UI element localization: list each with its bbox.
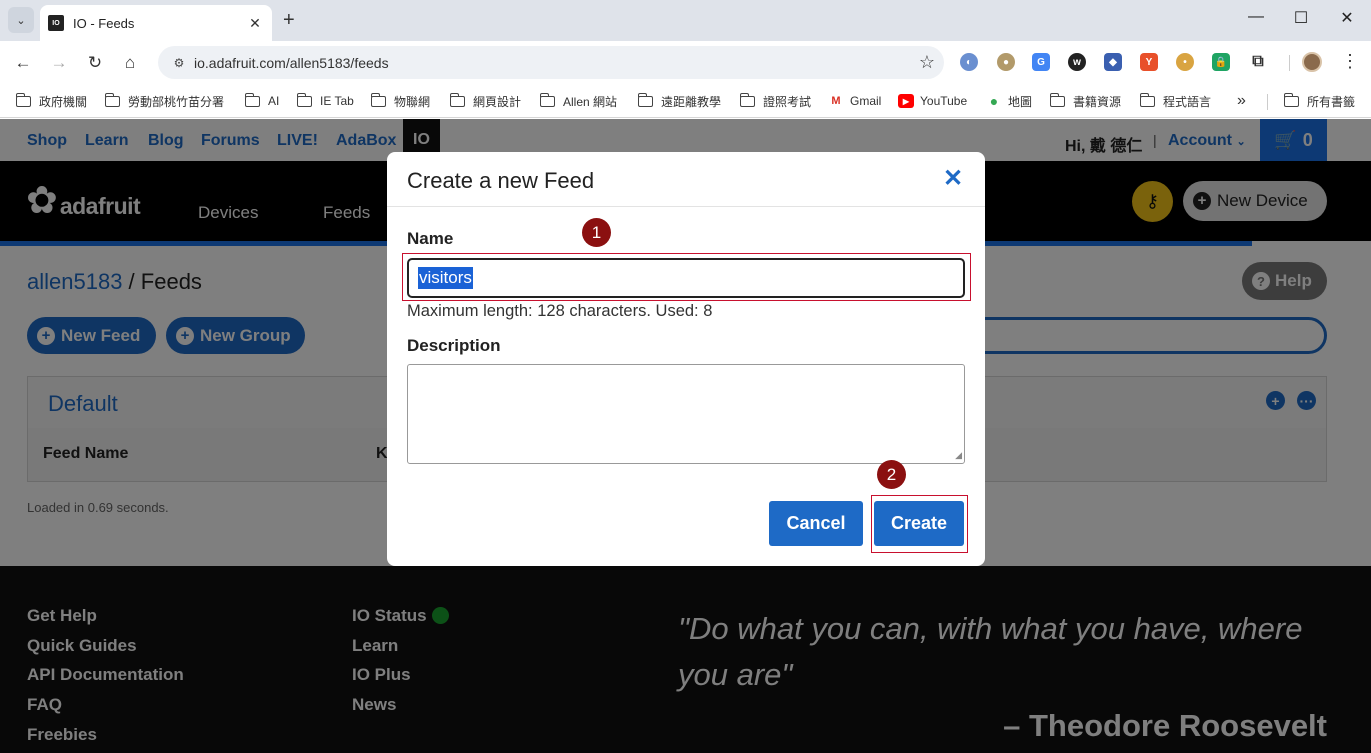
description-label: Description	[407, 336, 501, 355]
folder-icon	[449, 92, 465, 107]
resize-handle-icon[interactable]: ◢	[955, 450, 962, 461]
close-icon[interactable]: ✕	[943, 166, 963, 192]
map-pin-icon: ●	[989, 93, 999, 109]
browser-tab[interactable]: IO IO - Feeds ✕	[40, 5, 272, 41]
extension-color-icon[interactable]: ◆	[1104, 53, 1122, 71]
translate-extension-icon[interactable]: G	[1032, 53, 1050, 71]
bookmark-folder[interactable]: IE Tab	[296, 92, 354, 110]
folder-icon	[637, 92, 653, 107]
toolbar-divider	[1289, 55, 1290, 71]
bookmark-all-folder[interactable]: 所有書籤	[1283, 92, 1355, 110]
folder-icon	[1283, 92, 1299, 107]
browser-tabstrip: ⌄ IO IO - Feeds ✕ + — ☐ ✕	[0, 0, 1371, 41]
folder-icon	[15, 92, 31, 107]
browser-toolbar: ← → ↻ ⌂ ⚙ io.adafruit.com/allen5183/feed…	[0, 41, 1371, 84]
bookmark-folder[interactable]: 物聯網	[370, 92, 430, 110]
bookmark-folder[interactable]: 網頁設計	[449, 92, 521, 110]
annotation-box-name-field	[402, 253, 971, 301]
bookmark-star-icon[interactable]: ☆	[910, 52, 944, 73]
maximize-icon[interactable]: ☐	[1286, 8, 1316, 28]
annotation-badge-1: 1	[582, 218, 611, 247]
dialog-title: Create a new Feed	[407, 168, 595, 193]
bookmark-folder[interactable]: 政府機關	[15, 92, 87, 110]
extensions-puzzle-icon[interactable]: ⧉	[1249, 53, 1267, 71]
gmail-icon: M	[831, 95, 841, 107]
extension-cookie-icon[interactable]: ●	[997, 53, 1015, 71]
forward-arrow-icon[interactable]: →	[47, 51, 71, 75]
annotation-box-create-button	[871, 495, 968, 553]
tab-search-button[interactable]: ⌄	[8, 7, 34, 33]
bookmark-folder[interactable]: 勞動部桃竹苗分署	[104, 92, 224, 110]
folder-icon	[296, 92, 312, 107]
new-tab-button[interactable]: +	[283, 10, 295, 30]
bookmark-folder[interactable]: 書籍資源	[1049, 92, 1121, 110]
folder-icon	[739, 92, 755, 107]
tab-title: IO - Feeds	[73, 15, 135, 31]
name-label: Name	[407, 229, 454, 248]
extension-refresh-icon[interactable]: ◐	[960, 53, 978, 71]
cancel-button[interactable]: Cancel	[769, 501, 863, 546]
address-bar[interactable]: ⚙ io.adafruit.com/allen5183/feeds ☆	[158, 46, 944, 79]
bookmark-folder[interactable]: Allen 網站	[539, 92, 617, 110]
bookmark-folder[interactable]: 證照考試	[739, 92, 811, 110]
reload-icon[interactable]: ↻	[83, 51, 107, 75]
dialog-header: Create a new Feed ✕	[387, 152, 985, 207]
folder-icon	[370, 92, 386, 107]
annotation-badge-2: 2	[877, 460, 906, 489]
extension-ya-icon[interactable]: Y	[1140, 53, 1158, 71]
profile-avatar[interactable]	[1302, 52, 1322, 72]
bookmarks-bar: 政府機關 勞動部桃竹苗分署 AI IE Tab 物聯網 網頁設計 Allen 網…	[0, 84, 1371, 118]
bookmark-youtube[interactable]: ▶ YouTube	[898, 92, 967, 110]
bookmark-gmail[interactable]: M Gmail	[828, 92, 881, 110]
bookmark-maps[interactable]: ● 地圖	[986, 92, 1032, 110]
url-text[interactable]: io.adafruit.com/allen5183/feeds	[194, 55, 910, 71]
bookmark-folder[interactable]: 程式語言	[1139, 92, 1211, 110]
bookmark-divider	[1267, 94, 1268, 110]
bookmark-folder[interactable]: AI	[244, 92, 279, 110]
tab-close-icon[interactable]: ✕	[246, 15, 264, 32]
extension-lock-icon[interactable]: 🔒	[1212, 53, 1230, 71]
extension-cookies-icon[interactable]: •	[1176, 53, 1194, 71]
bookmark-folder[interactable]: 遠距離教學	[637, 92, 721, 110]
home-icon[interactable]: ⌂	[118, 51, 142, 75]
site-info-icon[interactable]: ⚙	[164, 56, 194, 70]
browser-menu-icon[interactable]: ⋮	[1341, 51, 1359, 72]
folder-icon	[1139, 92, 1155, 107]
youtube-icon: ▶	[898, 94, 914, 108]
minimize-icon[interactable]: —	[1241, 8, 1271, 26]
folder-icon	[104, 92, 120, 107]
folder-icon	[1049, 92, 1065, 107]
folder-icon	[244, 92, 260, 107]
adafruit-io-favicon-icon: IO	[48, 15, 64, 31]
back-arrow-icon[interactable]: ←	[11, 51, 35, 75]
extension-web-icon[interactable]: w	[1068, 53, 1086, 71]
name-length-hint: Maximum length: 128 characters. Used: 8	[407, 302, 713, 320]
description-textarea[interactable]: ◢	[407, 364, 965, 464]
window-close-icon[interactable]: ✕	[1332, 8, 1362, 28]
folder-icon	[539, 92, 555, 107]
bookmarks-overflow-icon[interactable]: »	[1237, 92, 1246, 110]
